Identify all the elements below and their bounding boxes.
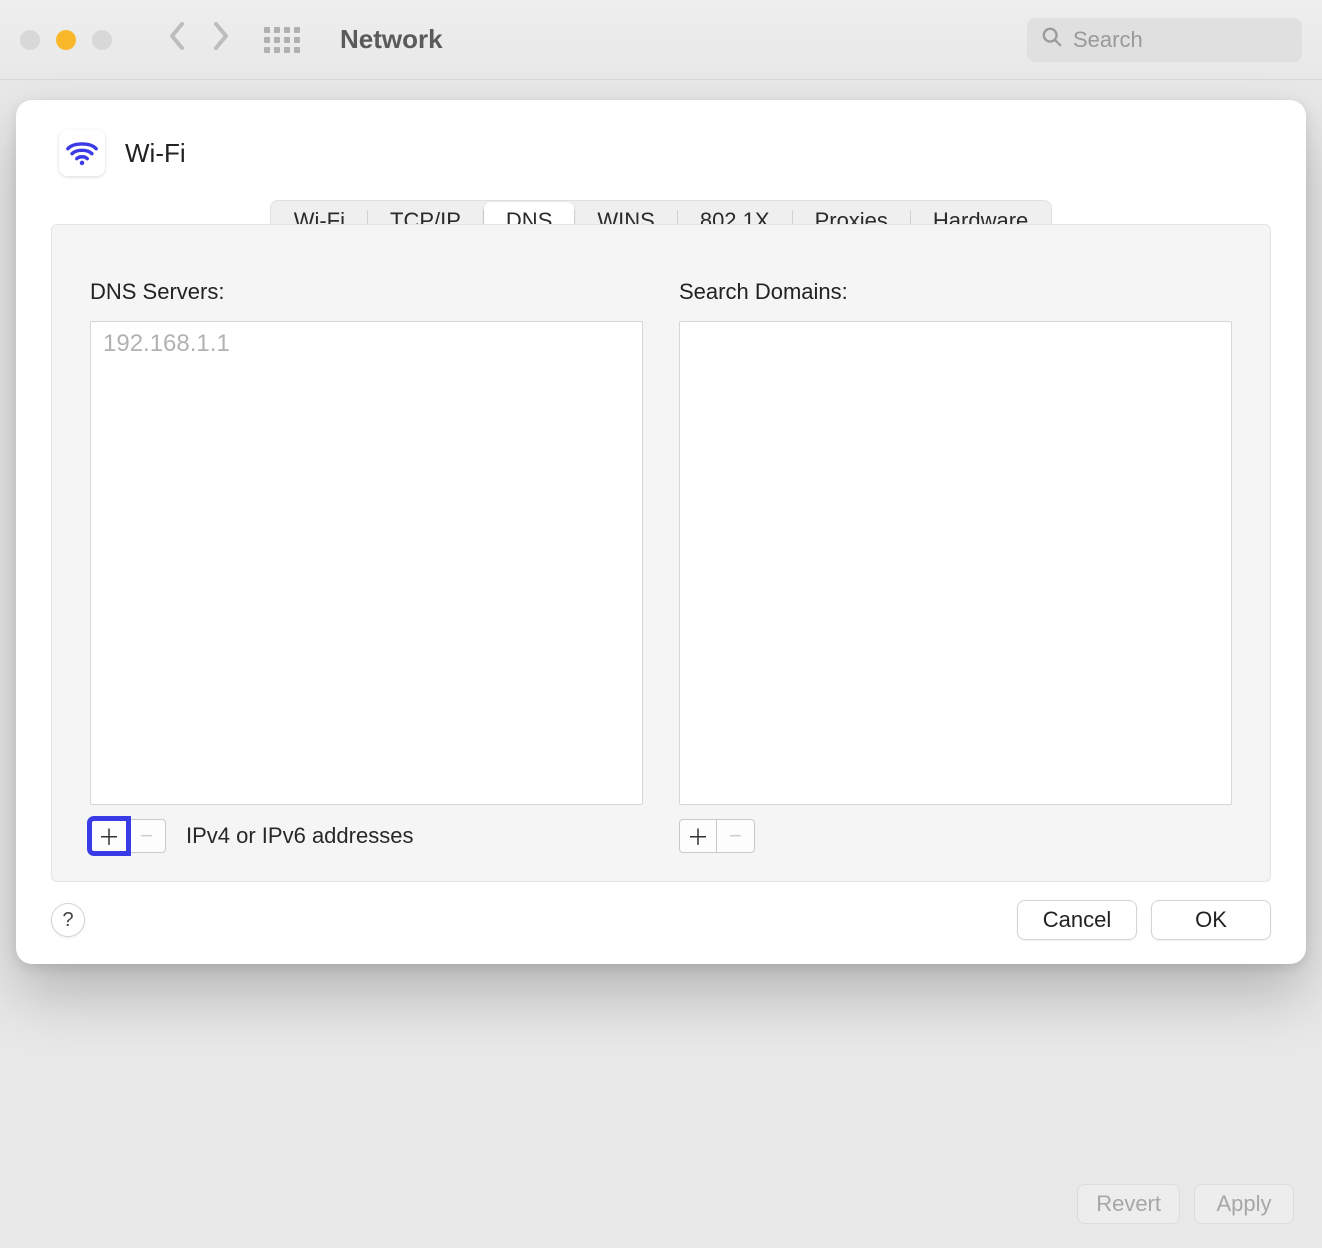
dns-add-remove: ＋ − (90, 819, 166, 853)
sheet-header: Wi-Fi (51, 130, 1271, 176)
sheet-footer: ? Cancel OK (51, 900, 1271, 940)
search-domains-footer: ＋ − (679, 819, 1232, 853)
search-domains-list[interactable] (679, 321, 1232, 805)
dns-panel: DNS Servers: 192.168.1.1 ＋ − IPv4 or IPv… (51, 224, 1271, 882)
search-input[interactable] (1073, 27, 1288, 53)
search-box[interactable] (1027, 18, 1302, 62)
minus-icon: − (729, 823, 742, 849)
dns-hint: IPv4 or IPv6 addresses (186, 823, 413, 849)
background-action-buttons: Revert Apply (1077, 1184, 1294, 1224)
minimize-window-button[interactable] (56, 30, 76, 50)
revert-button[interactable]: Revert (1077, 1184, 1180, 1224)
wifi-icon (59, 130, 105, 176)
minus-icon: − (140, 823, 153, 849)
cancel-button[interactable]: Cancel (1017, 900, 1137, 940)
help-button[interactable]: ? (51, 903, 85, 937)
ok-button[interactable]: OK (1151, 900, 1271, 940)
search-domains-remove-button[interactable]: − (717, 819, 755, 853)
search-domains-column: Search Domains: ＋ − (679, 279, 1232, 853)
connection-name: Wi-Fi (125, 138, 186, 169)
apply-button[interactable]: Apply (1194, 1184, 1294, 1224)
plus-icon: ＋ (98, 820, 120, 852)
dns-add-button[interactable]: ＋ (90, 819, 128, 853)
dns-servers-label: DNS Servers: (90, 279, 643, 305)
toolbar: Network (0, 0, 1322, 80)
show-all-icon[interactable] (264, 27, 300, 53)
search-domains-label: Search Domains: (679, 279, 1232, 305)
back-button[interactable] (168, 22, 188, 58)
close-window-button[interactable] (20, 30, 40, 50)
forward-button[interactable] (210, 22, 230, 58)
list-item[interactable]: 192.168.1.1 (103, 330, 630, 358)
dns-list-footer: ＋ − IPv4 or IPv6 addresses (90, 819, 643, 853)
window-title: Network (340, 24, 443, 55)
nav-buttons (168, 22, 230, 58)
plus-icon: ＋ (687, 820, 709, 852)
search-domains-add-remove: ＋ − (679, 819, 755, 853)
dns-servers-list[interactable]: 192.168.1.1 (90, 321, 643, 805)
dns-remove-button[interactable]: − (128, 819, 166, 853)
dns-servers-column: DNS Servers: 192.168.1.1 ＋ − IPv4 or IPv… (90, 279, 643, 853)
traffic-lights (20, 30, 112, 50)
zoom-window-button[interactable] (92, 30, 112, 50)
search-domains-add-button[interactable]: ＋ (679, 819, 717, 853)
search-icon (1041, 26, 1063, 54)
wifi-advanced-sheet: Wi-Fi Wi-Fi TCP/IP DNS WINS 802.1X Proxi… (16, 100, 1306, 964)
